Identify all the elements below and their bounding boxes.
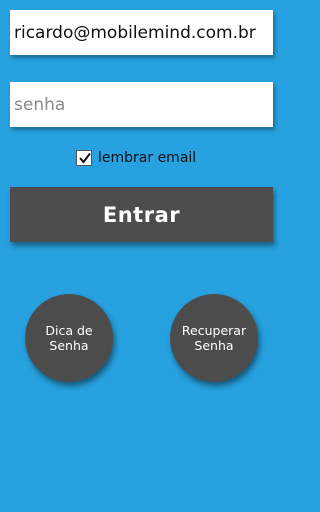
password-input[interactable] [14, 94, 269, 115]
password-field[interactable] [10, 82, 273, 127]
email-input[interactable] [14, 22, 269, 43]
recover-password-line2: Senha [194, 338, 234, 353]
email-field[interactable] [10, 10, 273, 55]
password-hint-button[interactable]: Dica de Senha [25, 294, 113, 382]
password-hint-line2: Senha [49, 338, 89, 353]
login-button[interactable]: Entrar [10, 187, 273, 242]
recover-password-button[interactable]: Recuperar Senha [170, 294, 258, 382]
recover-password-line1: Recuperar [181, 323, 247, 338]
checkmark-icon [79, 152, 91, 164]
remember-label: lembrar email [98, 150, 197, 166]
remember-email-option[interactable]: lembrar email [76, 150, 196, 166]
login-button-label: Entrar [102, 202, 181, 227]
password-hint-line1: Dica de [45, 323, 93, 338]
remember-checkbox[interactable] [76, 150, 92, 166]
